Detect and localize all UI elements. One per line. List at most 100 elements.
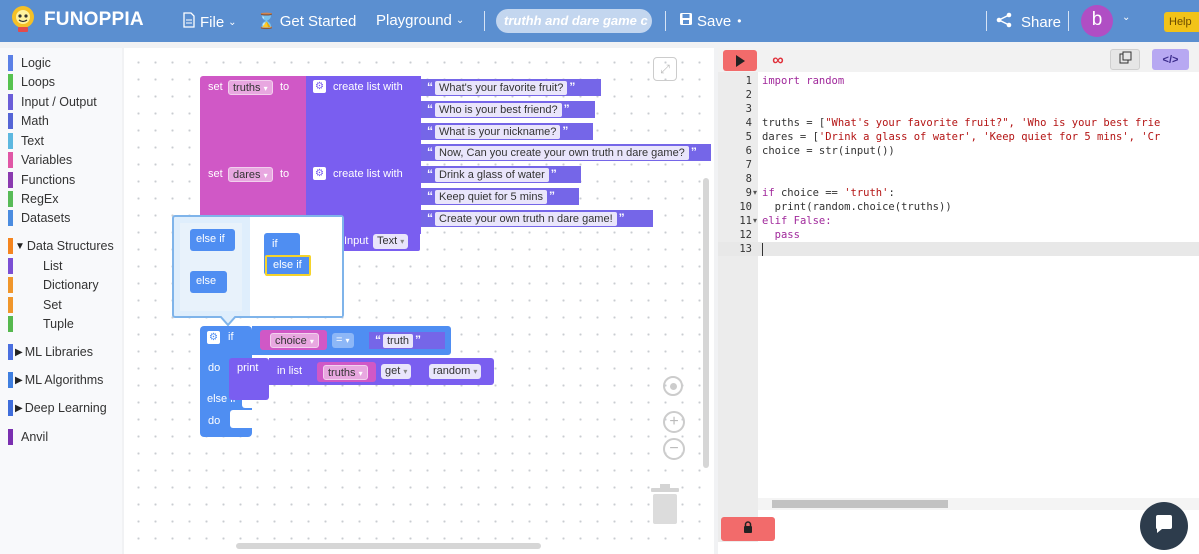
category-text[interactable]: Text [8, 132, 44, 150]
chevron-down-icon[interactable]: ⌄ [1122, 12, 1130, 23]
variable-dropdown-dares[interactable]: dares ▾ [228, 167, 273, 182]
print-block[interactable]: print [229, 358, 269, 400]
truths-variable-block[interactable]: truths ▾ [317, 362, 376, 382]
trash-icon[interactable] [648, 483, 682, 525]
variable-dropdown-truths[interactable]: truths ▾ [228, 80, 273, 95]
category-math[interactable]: Math [8, 112, 49, 130]
code-text: pass [762, 229, 800, 241]
text-value[interactable]: truth [383, 334, 414, 348]
category-dictionary[interactable]: Dictionary [8, 276, 99, 294]
text-value[interactable]: Create your own truth n dare game! [435, 212, 617, 226]
lock-button[interactable] [721, 517, 775, 541]
text-block[interactable]: “Drink a glass of water” [421, 166, 581, 183]
code-line[interactable]: elif False: [762, 215, 832, 227]
text-value[interactable]: What is your nickname? [435, 125, 561, 139]
code-line[interactable]: if choice == 'truth': [762, 187, 895, 199]
gear-icon[interactable]: ⚙ [207, 331, 220, 344]
get-started-link[interactable]: ⌛ Get Started [257, 12, 356, 31]
variable-dropdown-truths[interactable]: truths ▾ [323, 365, 368, 380]
save-button[interactable]: Save • [679, 12, 741, 30]
gear-icon[interactable]: ⚙ [313, 80, 326, 93]
code-line[interactable]: choice = str(input()) [762, 145, 895, 157]
category-color-bar [8, 400, 13, 416]
category-loops[interactable]: Loops [8, 73, 55, 91]
category-data-structures[interactable]: ▼ Data Structures [8, 237, 114, 255]
fold-arrow-icon[interactable]: ▾ [753, 188, 757, 197]
fold-arrow-icon[interactable]: ▾ [753, 216, 757, 225]
category-regex[interactable]: RegEx [8, 190, 59, 208]
text-block[interactable]: “Who is your best friend?” [421, 101, 595, 118]
category-input-output[interactable]: Input / Output [8, 93, 97, 111]
user-avatar[interactable]: b [1081, 5, 1113, 37]
position-dropdown[interactable]: random ▾ [429, 364, 482, 379]
code-line[interactable]: truths = ["What's your favorite fruit?",… [762, 117, 1195, 129]
share-button[interactable]: Share [995, 12, 1061, 32]
line-number: 1 [745, 75, 752, 87]
code-line[interactable]: dares = ['Drink a glass of water', 'Keep… [762, 131, 1195, 143]
zoom-in-icon[interactable]: + [663, 411, 685, 433]
code-view-toggle[interactable]: </> [1152, 49, 1189, 70]
text-block[interactable]: “What is your nickname?” [421, 123, 593, 140]
category-ml-libraries[interactable]: ▶ ML Libraries [8, 343, 93, 361]
get-mode-dropdown[interactable]: get ▾ [381, 364, 412, 379]
run-button[interactable] [723, 50, 757, 71]
category-tuple[interactable]: Tuple [8, 315, 74, 333]
operator-dropdown[interactable]: = ▾ [332, 333, 354, 348]
app-logo[interactable]: FUNOPPIA [8, 4, 144, 36]
text-value[interactable]: Drink a glass of water [435, 168, 549, 182]
category-list[interactable]: List [8, 257, 62, 275]
set-label: set [208, 81, 223, 93]
help-button[interactable]: Help [1164, 12, 1199, 32]
text-block[interactable]: “Create your own truth n dare game!” [421, 210, 653, 227]
code-line[interactable]: pass [762, 229, 800, 241]
vertical-scrollbar[interactable] [703, 178, 709, 468]
file-menu[interactable]: File ⌄ [182, 12, 237, 32]
playground-menu[interactable]: Playground ⌄ [376, 12, 464, 29]
zoom-out-icon[interactable]: − [663, 438, 685, 460]
input-block[interactable]: Input Text ▾ [340, 232, 420, 251]
choice-variable-block[interactable]: choice ▾ [260, 330, 327, 350]
text-value[interactable]: Now, Can you create your own truth n dar… [435, 146, 689, 160]
type-dropdown-text[interactable]: Text ▾ [373, 234, 409, 249]
text-value[interactable]: Keep quiet for 5 mins [435, 190, 547, 204]
editor-horizontal-scrollbar[interactable] [758, 498, 1199, 510]
code-line[interactable]: import random [762, 75, 844, 87]
scrollbar-thumb[interactable] [772, 500, 948, 508]
infinite-loop-button[interactable]: ∞ [763, 50, 793, 71]
horizontal-scrollbar[interactable] [236, 543, 541, 549]
category-deep-learning[interactable]: ▶ Deep Learning [8, 399, 107, 417]
if-mutator-popup[interactable]: else if else if else if [172, 215, 344, 318]
create-list-block-truths[interactable]: ⚙ create list with [306, 76, 421, 163]
list-get-block[interactable]: in list truths ▾ get ▾ random ▾ [269, 358, 494, 385]
text-block[interactable]: “Now, Can you create your own truth n da… [421, 144, 711, 161]
chat-support-button[interactable] [1140, 502, 1188, 550]
category-datasets[interactable]: Datasets [8, 209, 70, 227]
gear-icon[interactable]: ⚙ [313, 167, 326, 180]
category-color-bar [8, 344, 13, 360]
variable-dropdown-choice[interactable]: choice ▾ [270, 333, 319, 348]
recenter-icon[interactable] [663, 376, 683, 396]
fullscreen-icon[interactable]: ⤢ [653, 57, 677, 81]
category-anvil[interactable]: Anvil [8, 428, 48, 446]
else-option-block[interactable]: else [190, 271, 227, 293]
blocks-workspace[interactable]: set truths ▾ to ⚙ create list with set d… [124, 48, 714, 554]
category-set[interactable]: Set [8, 296, 62, 314]
copy-code-button[interactable] [1110, 49, 1140, 70]
text-block[interactable]: “Keep quiet for 5 mins” [421, 188, 579, 205]
empty-do-slot[interactable] [230, 410, 252, 428]
do-label: do [208, 415, 221, 427]
text-block[interactable]: “truth” [369, 332, 445, 349]
text-value[interactable]: What's your favorite fruit? [435, 81, 568, 95]
category-functions[interactable]: Functions [8, 171, 75, 189]
text-block[interactable]: “What's your favorite fruit?” [421, 79, 601, 96]
else-if-option-block[interactable]: else if [190, 229, 235, 251]
text-value[interactable]: Who is your best friend? [435, 103, 562, 117]
category-ml-algorithms[interactable]: ▶ ML Algorithms [8, 371, 103, 389]
code-line[interactable]: print(random.choice(truths)) [762, 201, 952, 213]
compare-block[interactable]: choice ▾ = ▾ “truth” [252, 326, 451, 355]
category-variables[interactable]: Variables [8, 151, 72, 169]
category-logic[interactable]: Logic [8, 54, 51, 72]
else-if-item-block[interactable]: else if [265, 255, 311, 276]
set-truths-block[interactable]: set truths ▾ to [200, 76, 306, 163]
project-name-field[interactable]: truthh and dare game c [496, 9, 652, 33]
